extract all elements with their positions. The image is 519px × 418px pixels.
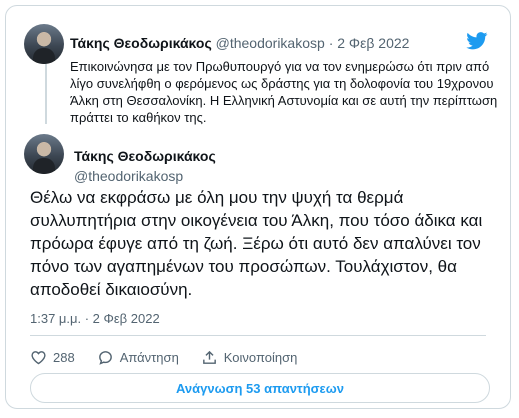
main-author-name[interactable]: Τάκης Θεοδωρικάκος (74, 148, 216, 164)
tweet-embed-card: Τάκης Θεοδωρικάκος @theodorikakosp · 2 Φ… (5, 5, 511, 409)
heart-icon (31, 350, 46, 364)
quoted-tweet-text: Επικοινώνησα με τον Πρωθυπουργό για να τ… (70, 59, 498, 125)
quoted-author-handle[interactable]: @theodorikakosp (216, 35, 325, 51)
read-replies-button[interactable]: Ανάγνωση 53 απαντήσεων (30, 373, 490, 403)
reply-label: Απάντηση (119, 349, 179, 365)
header-separator: · (328, 35, 334, 51)
like-button[interactable]: 288 (30, 349, 75, 366)
quoted-tweet-header: Τάκης Θεοδωρικάκος @theodorikakosp · 2 Φ… (70, 34, 409, 52)
twitter-bird-icon[interactable] (466, 32, 488, 50)
main-author-avatar[interactable] (24, 134, 64, 174)
share-button[interactable]: Κοινοποίηση (201, 349, 298, 366)
reply-icon (98, 350, 112, 365)
reply-button[interactable]: Απάντηση (97, 349, 179, 366)
quoted-author-avatar[interactable] (24, 24, 64, 64)
thread-connector-line (45, 64, 47, 124)
tweet-actions-bar: 288 Απάντηση Κοινοποίηση (30, 347, 319, 367)
quoted-tweet-date[interactable]: 2 Φεβ 2022 (337, 35, 409, 51)
main-tweet-timestamp[interactable]: 1:37 μ.μ. · 2 Φεβ 2022 (30, 311, 160, 326)
actions-divider (30, 335, 486, 336)
like-count: 288 (53, 349, 75, 365)
share-icon (202, 350, 216, 364)
main-tweet-text: Θέλω να εκφράσω με όλη μου την ψυχή τα θ… (30, 188, 483, 299)
share-label: Κοινοποίηση (223, 349, 298, 365)
quoted-author-name[interactable]: Τάκης Θεοδωρικάκος (70, 35, 212, 51)
main-author-handle[interactable]: @theodorikakosp (74, 168, 183, 184)
